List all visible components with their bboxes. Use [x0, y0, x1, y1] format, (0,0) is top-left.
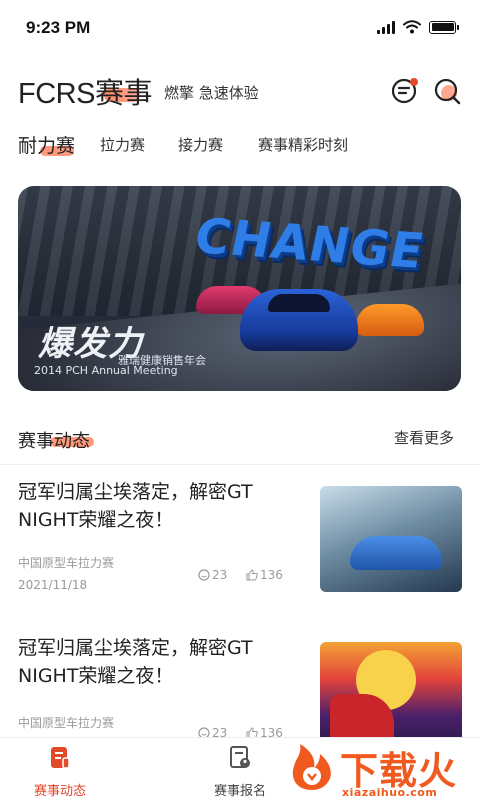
- registration-icon: [230, 746, 250, 768]
- banner-orange-car: [356, 304, 424, 336]
- promo-banner[interactable]: CHANGE 爆发力 雅瑞健康销售年会 2014 PCH Annual Meet…: [18, 186, 461, 391]
- status-time: 9:23 PM: [26, 18, 91, 37]
- banner-blue-car-window: [268, 294, 330, 312]
- app-subtitle: 燃擎 急速体验: [164, 84, 259, 102]
- thumbnail-car: [350, 536, 442, 570]
- tab-relay[interactable]: 接力赛: [178, 134, 223, 155]
- news-thumbnail[interactable]: [320, 642, 462, 748]
- nav-item-registration[interactable]: 赛事报名: [190, 744, 290, 799]
- news-section-header: 赛事动态 查看更多: [0, 423, 480, 453]
- message-icon[interactable]: [390, 76, 420, 106]
- watermark-logo: 下载火 xiazaihuo.com: [282, 736, 480, 800]
- divider: [0, 464, 480, 465]
- news-comments[interactable]: 23: [198, 568, 227, 582]
- tab-highlights[interactable]: 赛事精彩时刻: [258, 134, 348, 155]
- comment-icon: [198, 569, 210, 581]
- like-count: 136: [260, 568, 283, 582]
- news-doc-icon: [51, 747, 70, 769]
- battery-icon: [429, 20, 459, 34]
- watermark-url: xiazaihuo.com: [342, 786, 438, 799]
- section-title: 赛事动态: [18, 431, 90, 452]
- nav-item-news[interactable]: 赛事动态: [10, 744, 110, 799]
- news-title[interactable]: 冠军归属尘埃落定，解密GT NIGHT荣耀之夜！: [18, 478, 288, 534]
- banner-event-text: 2014 PCH Annual Meeting: [34, 364, 178, 377]
- news-likes[interactable]: 136: [246, 568, 283, 582]
- cellular-signal-icon: [377, 20, 395, 34]
- flame-logo-icon: [292, 744, 331, 790]
- comment-count: 23: [212, 568, 228, 582]
- category-tabs: 耐力赛 拉力赛 接力赛 赛事精彩时刻: [0, 134, 480, 168]
- tab-rally[interactable]: 拉力赛: [100, 134, 145, 155]
- news-source: 中国原型车拉力赛: [18, 556, 115, 570]
- news-thumbnail[interactable]: [320, 486, 462, 592]
- news-title[interactable]: 冠军归属尘埃落定，解密GT NIGHT荣耀之夜！: [18, 634, 288, 690]
- app-header: FCRS赛事 燃擎 急速体验: [0, 66, 480, 114]
- news-date: 2021/11/18: [18, 578, 88, 592]
- news-item[interactable]: 冠军归属尘埃落定，解密GT NIGHT荣耀之夜！ 中国原型车拉力赛 2021/1…: [0, 466, 480, 606]
- search-icon[interactable]: [432, 76, 462, 106]
- wifi-icon: [403, 20, 421, 34]
- nav-label-news: 赛事动态: [33, 784, 86, 799]
- status-icons: [377, 20, 459, 34]
- app-title: FCRS赛事: [18, 78, 152, 110]
- status-bar: 9:23 PM: [0, 0, 480, 56]
- view-more-link[interactable]: 查看更多: [394, 427, 454, 448]
- thumbs-up-icon: [246, 569, 258, 581]
- nav-label-registration: 赛事报名: [213, 784, 266, 799]
- tab-endurance[interactable]: 耐力赛: [18, 131, 75, 158]
- news-source: 中国原型车拉力赛: [18, 716, 115, 730]
